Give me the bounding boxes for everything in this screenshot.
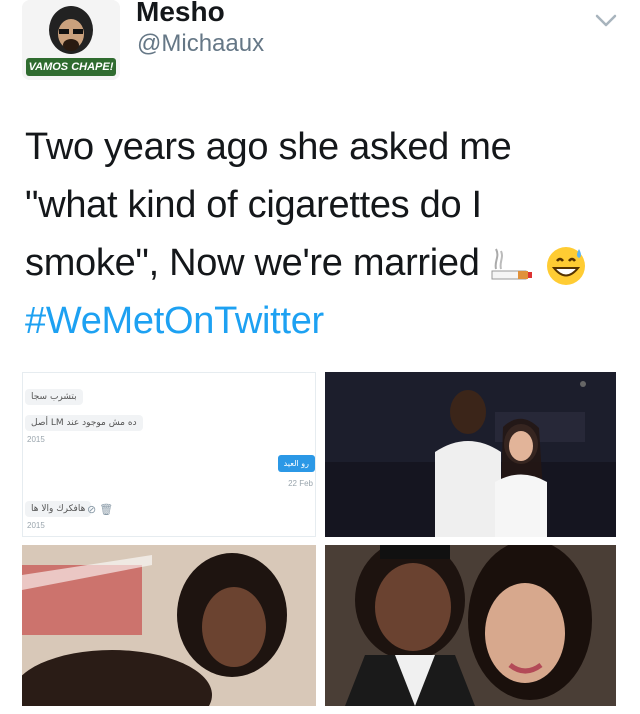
tweet-text-line: smoke", Now we're married: [25, 242, 480, 284]
avatar[interactable]: VAMOS CHAPE!: [22, 0, 120, 80]
tweet-text-line-3: smoke", Now we're married: [25, 234, 625, 292]
tweet-text-line: "what kind of cigarettes do I: [25, 184, 482, 226]
media-dm-screenshot[interactable]: بتشرب سجا أصل LM ده مش موجود عند 2015 رو…: [22, 372, 316, 537]
dm-reply: رو العيد: [277, 455, 315, 472]
dm-block-icon: ⊘ 🗑: [87, 504, 114, 516]
tweet-header: VAMOS CHAPE! Mesho @Michaaux: [0, 0, 640, 90]
dm-message: هافكرك والا ها: [25, 501, 92, 517]
user-handle[interactable]: @Michaaux: [137, 30, 264, 58]
dm-message: أصل LM ده مش موجود عند: [25, 415, 143, 431]
display-name[interactable]: Mesho: [136, 0, 225, 28]
grinning-sweat-emoji-icon: [547, 246, 586, 285]
hashtag-link[interactable]: #WeMetOnTwitter: [25, 292, 625, 350]
tweet-text: Two years ago she asked me "what kind of…: [25, 118, 625, 350]
media-couple-photo-1[interactable]: [325, 372, 616, 537]
cigarette-emoji-icon: [491, 248, 532, 280]
selfie-photo-image: [22, 545, 316, 706]
chevron-down-icon[interactable]: [592, 6, 620, 34]
media-grid: بتشرب سجا أصل LM ده مش موجود عند 2015 رو…: [22, 372, 616, 706]
media-selfie-photo-1[interactable]: [22, 545, 316, 706]
media-selfie-photo-2[interactable]: [325, 545, 616, 706]
couple-photo-image: [325, 372, 616, 537]
dm-timestamp: 2015: [27, 521, 45, 530]
avatar-badge: VAMOS CHAPE!: [26, 58, 116, 76]
dm-message: بتشرب سجا: [25, 389, 83, 405]
dm-timestamp: 2015: [27, 435, 45, 444]
dm-timestamp: 22 Feb: [288, 479, 313, 488]
selfie-photo-image: [325, 545, 616, 706]
tweet-text-line: Two years ago she asked me: [25, 126, 512, 168]
